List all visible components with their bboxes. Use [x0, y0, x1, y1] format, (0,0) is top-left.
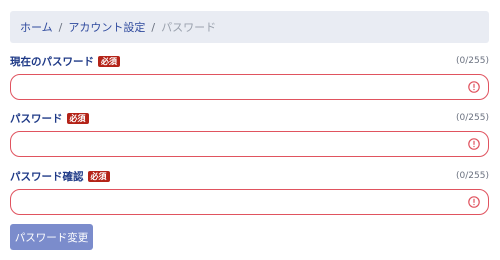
breadcrumb-account-settings-link[interactable]: アカウント設定 [68, 19, 145, 35]
confirm-password-field[interactable] [11, 190, 488, 214]
exclamation-circle-icon [468, 138, 480, 150]
exclamation-circle-icon [468, 81, 480, 93]
breadcrumb-home-link[interactable]: ホーム [20, 19, 53, 35]
breadcrumb-separator: / [151, 20, 156, 34]
required-badge: 必須 [87, 170, 110, 182]
breadcrumb-current: パスワード [161, 21, 217, 34]
breadcrumb: ホーム / アカウント設定 / パスワード [10, 11, 489, 43]
required-badge: 必須 [66, 112, 89, 124]
change-password-button[interactable]: パスワード変更 [10, 224, 93, 250]
new-password-label-row: パスワード 必須 (0/255) [10, 110, 489, 126]
current-password-label: 現在のパスワード [10, 55, 94, 68]
exclamation-circle-icon [468, 196, 480, 208]
new-password-field-wrapper [10, 131, 489, 157]
character-counter: (0/255) [456, 171, 489, 181]
confirm-password-field-wrapper [10, 189, 489, 215]
breadcrumb-separator: / [58, 20, 63, 34]
current-password-label-row: 現在のパスワード 必須 (0/255) [10, 53, 489, 69]
new-password-label: パスワード [10, 112, 63, 125]
confirm-password-label-row: パスワード確認 必須 (0/255) [10, 168, 489, 184]
character-counter: (0/255) [456, 56, 489, 66]
current-password-field-wrapper [10, 74, 489, 100]
required-badge: 必須 [98, 55, 120, 67]
new-password-field[interactable] [11, 132, 488, 156]
current-password-field[interactable] [11, 75, 488, 99]
character-counter: (0/255) [456, 113, 489, 123]
confirm-password-label: パスワード確認 [10, 170, 84, 183]
